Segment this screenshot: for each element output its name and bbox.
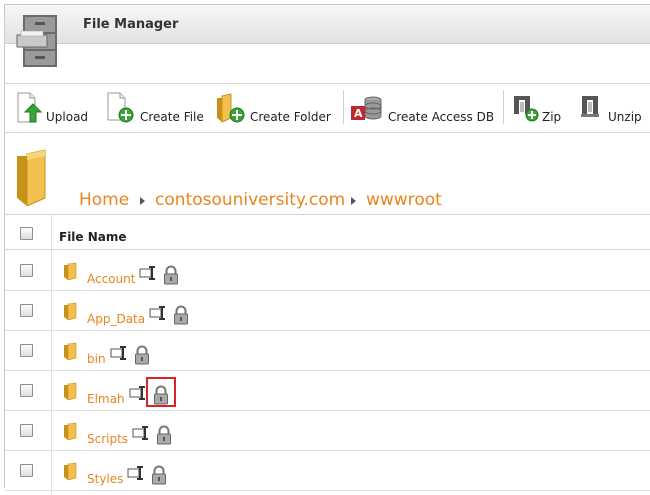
unzip-label: Unzip: [608, 110, 642, 124]
folder-name-link[interactable]: Scripts: [87, 432, 128, 446]
upload-button[interactable]: Upload: [15, 84, 88, 132]
folder-name-link[interactable]: Account: [87, 272, 135, 286]
row-checkbox[interactable]: [20, 344, 33, 357]
zip-icon: [514, 96, 539, 122]
new-file-icon: [107, 92, 134, 123]
table-row: App_Data: [5, 290, 650, 331]
breadcrumb-domain[interactable]: contosouniversity.com: [155, 190, 345, 210]
breadcrumb-wwwroot: wwwroot: [366, 190, 442, 210]
folder-icon: [64, 342, 77, 360]
file-cabinet-icon: [16, 15, 57, 67]
folder-name-link[interactable]: bin: [87, 352, 106, 366]
rename-icon[interactable]: [127, 465, 147, 481]
zip-label: Zip: [542, 110, 562, 124]
select-all-checkbox[interactable]: [20, 227, 33, 240]
folder-icon: [64, 382, 77, 400]
lock-icon[interactable]: [151, 465, 167, 485]
upload-icon: [17, 92, 43, 123]
page-title: File Manager: [83, 17, 179, 32]
lock-icon[interactable]: [134, 345, 150, 365]
folder-icon: [64, 262, 77, 280]
toolbar: Upload Create File Create Folder A Creat…: [5, 83, 650, 133]
folder-icon: [64, 462, 77, 480]
table-header: File Name: [5, 215, 650, 250]
column-header-file-name: File Name: [59, 230, 127, 244]
folder-name-link[interactable]: Styles: [87, 472, 123, 486]
unzip-icon: [581, 96, 599, 117]
lock-icon[interactable]: [173, 305, 189, 325]
table-row: Styles: [5, 450, 650, 491]
folder-name-link[interactable]: App_Data: [87, 312, 145, 326]
zip-button[interactable]: Zip: [511, 84, 561, 132]
access-db-icon: A: [351, 96, 382, 120]
row-checkbox[interactable]: [20, 464, 33, 477]
folder-icon: [64, 422, 77, 440]
toolbar-divider: [343, 90, 344, 124]
breadcrumb-home[interactable]: Home: [79, 190, 129, 210]
rename-icon[interactable]: [110, 345, 130, 361]
table-row: Scripts: [5, 410, 650, 451]
row-checkbox[interactable]: [20, 264, 33, 277]
breadcrumb-separator-icon: [140, 197, 145, 205]
svg-text:A: A: [354, 107, 363, 120]
lock-icon[interactable]: [156, 425, 172, 445]
create-file-button[interactable]: Create File: [105, 84, 204, 132]
folder-icon: [64, 302, 77, 320]
table-row: Elmah: [5, 370, 650, 411]
row-checkbox[interactable]: [20, 304, 33, 317]
file-manager-panel: File Manager Upload Create File Create F…: [4, 4, 650, 495]
table-row: Account: [5, 250, 650, 291]
upload-label: Upload: [46, 110, 89, 124]
breadcrumb: Home contosouniversity.com wwwroot: [5, 132, 650, 215]
breadcrumb-separator-icon: [351, 197, 356, 205]
folder-name-link[interactable]: Elmah: [87, 392, 125, 406]
create-file-label: Create File: [140, 110, 204, 124]
create-folder-label: Create Folder: [250, 110, 331, 124]
rename-icon[interactable]: [139, 265, 159, 281]
row-checkbox[interactable]: [20, 384, 33, 397]
folder-icon: [17, 149, 46, 206]
create-folder-button[interactable]: Create Folder: [215, 84, 331, 132]
create-access-db-button[interactable]: A Create Access DB: [349, 84, 494, 132]
create-access-db-label: Create Access DB: [388, 110, 495, 124]
rename-icon[interactable]: [132, 425, 152, 441]
table-row: bin: [5, 330, 650, 371]
unzip-button[interactable]: Unzip: [579, 84, 642, 132]
toolbar-divider: [503, 90, 504, 124]
title-bar: File Manager: [5, 5, 650, 44]
rename-icon[interactable]: [149, 305, 169, 321]
new-folder-icon: [217, 93, 245, 123]
highlight-box: [146, 377, 176, 407]
lock-icon[interactable]: [163, 265, 179, 285]
row-checkbox[interactable]: [20, 424, 33, 437]
